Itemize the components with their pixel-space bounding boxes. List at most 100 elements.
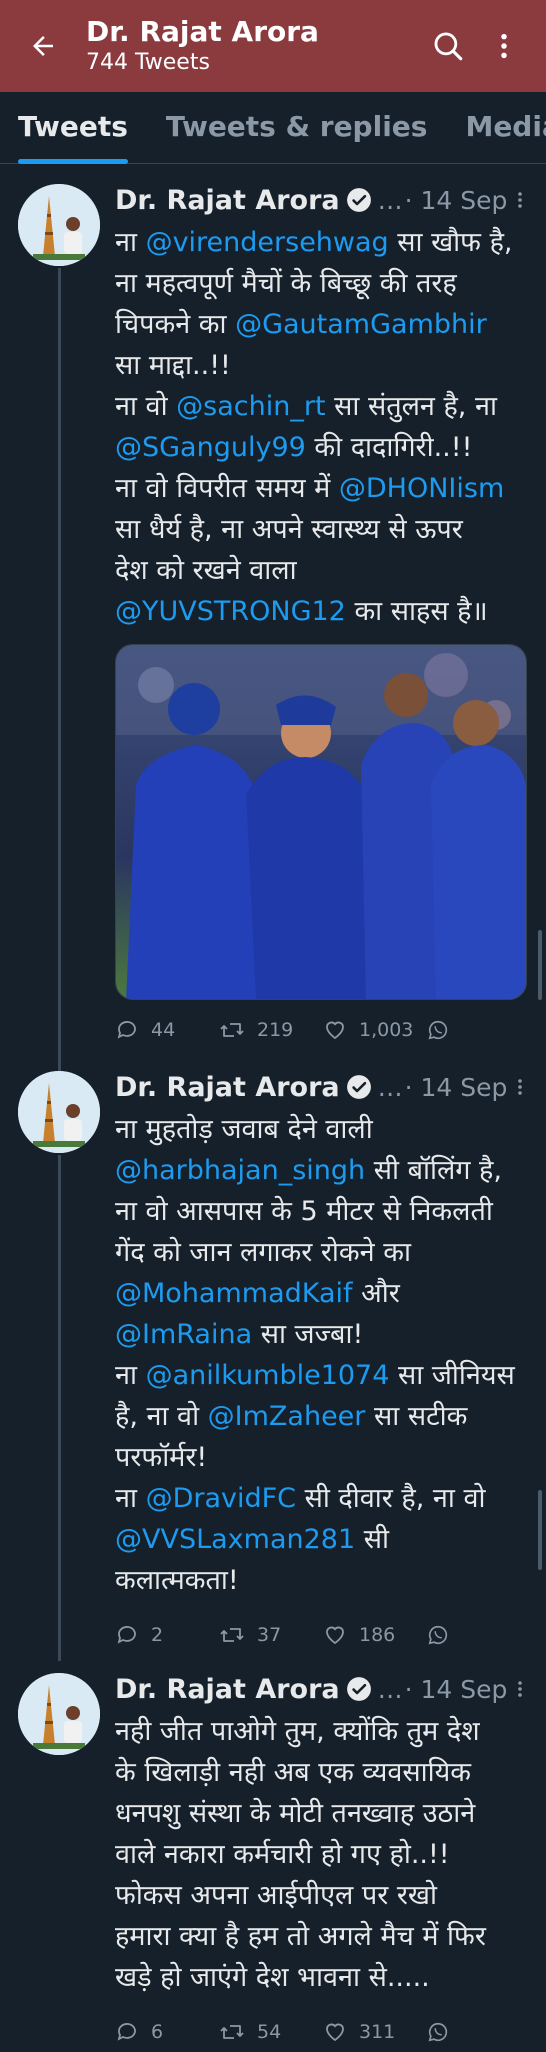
retweet-icon [220,1628,244,1642]
retweet-count: 37 [257,1624,282,1646]
mention-link[interactable]: @virendersehwag [146,227,389,258]
tweet-more-button[interactable] [513,1075,527,1099]
tweet-text-segment: का साहस है॥ [345,596,488,627]
like-count: 1,003 [359,1019,414,1041]
tweet-date[interactable]: · 14 Sep [405,1675,508,1704]
retweet-icon [220,2025,244,2039]
avatar[interactable] [18,1673,100,1755]
more-vertical-icon [501,33,507,59]
verified-badge-icon [346,187,372,213]
thread-connector [58,268,61,1072]
verified-badge-icon [346,1074,372,1100]
verified-badge-icon [346,1676,372,1702]
tweet-author-name[interactable]: Dr. Rajat Arora [115,1072,340,1103]
heart-icon [326,2023,344,2042]
retweet-count: 54 [257,2021,282,2043]
mention-link[interactable]: @ImZaheer [208,1401,366,1432]
tweet-text-segment: सी दीवार है, ना वो [304,1483,486,1514]
mention-link[interactable]: @YUVSTRONG12 [115,596,346,627]
mention-link[interactable]: @VVSLaxman281 [115,1524,355,1555]
tweet-text: नही जीत पाओगे तुम, क्योंकि तुम देश के खि… [115,1711,533,1998]
tweet-text-segment: सा धैर्य है, ना अपने स्वास्थ्य से ऊपर दे… [115,514,463,586]
tweet-text-segment: और [361,1278,400,1309]
whatsapp-share-button[interactable] [427,2021,467,2043]
tweet-handle-truncated: … [377,185,403,215]
mention-link[interactable]: @ImRaina [115,1319,252,1350]
whatsapp-share-button[interactable] [427,1624,467,1646]
retweet-count: 219 [257,1019,294,1041]
mention-link[interactable]: @DravidFC [146,1483,296,1514]
more-vertical-icon [518,1079,522,1095]
reply-icon [117,2023,136,2041]
tweet-text-segment: ना मुहतोड़ जवाब देने वाली [115,1114,373,1145]
arrow-left-icon [33,36,53,56]
reply-count: 2 [151,1624,164,1646]
more-vertical-icon [518,192,522,208]
back-button[interactable] [0,0,86,92]
tweet-text-segment: नही जीत पाओगे तुम, क्योंकि तुम देश के खि… [115,1716,486,1993]
tweet-date[interactable]: · 14 Sep [405,186,508,215]
reply-button[interactable]: 2 [115,1623,219,1647]
tweet-text: ना @virendersehwag सा खौफ है, ना महत्वपू… [115,222,533,632]
whatsapp-share-button[interactable] [427,1019,467,1041]
tweet-date[interactable]: · 14 Sep [405,1073,508,1102]
heart-icon [326,1021,344,1040]
tweet-author-name[interactable]: Dr. Rajat Arora [115,1674,340,1705]
tweet-author-name[interactable]: Dr. Rajat Arora [115,185,340,216]
avatar[interactable] [18,1071,100,1153]
mention-link[interactable]: @GautamGambhir [235,309,487,340]
reply-icon [117,1626,136,1644]
like-count: 311 [359,2021,396,2043]
more-vertical-icon [518,1681,522,1697]
tweet-handle-truncated: … [377,1674,403,1704]
mention-link[interactable]: @harbhajan_singh [115,1155,365,1186]
scroll-indicator [538,1490,542,1570]
like-button[interactable]: 1,003 [323,1018,427,1042]
tweet-more-button[interactable] [513,188,527,212]
reply-count: 6 [151,2021,164,2043]
retweet-button[interactable]: 219 [219,1018,323,1042]
header-profile-name: Dr. Rajat Arora [86,15,319,48]
profile-tabs: Tweets Tweets & replies Media [0,92,546,164]
tab-tweets-and-replies[interactable]: Tweets & replies [166,92,428,164]
thread-connector [58,1155,61,1661]
tweet-text: ना मुहतोड़ जवाब देने वाली @harbhajan_sin… [115,1109,533,1601]
header-tweet-count: 744 Tweets [86,50,210,75]
mention-link[interactable]: @SGanguly99 [115,432,306,463]
reply-button[interactable]: 44 [115,1018,219,1042]
tweet-actions: 6 54 311 [115,2012,533,2052]
mention-link[interactable]: @MohammadKaif [115,1278,353,1309]
tweet-actions: 44 219 1,003 [115,1010,533,1050]
mention-link[interactable]: @anilkumble1074 [146,1360,390,1391]
heart-icon [326,1626,344,1645]
tweet-photo[interactable] [115,644,527,1000]
like-count: 186 [359,1624,396,1646]
tweet-more-button[interactable] [513,1677,527,1701]
reply-icon [117,1021,136,1039]
tweet-text-segment: ना [115,227,146,258]
tweet-handle-truncated: … [377,1072,403,1102]
whatsapp-share-icon [428,1625,448,1645]
mention-link[interactable]: @DHONIism [339,473,504,504]
reply-button[interactable]: 6 [115,2020,219,2044]
retweet-button[interactable]: 54 [219,2020,323,2044]
mention-link[interactable]: @sachin_rt [176,391,325,422]
whatsapp-share-icon [428,2022,448,2042]
header-titles: Dr. Rajat Arora 744 Tweets [86,15,420,77]
avatar[interactable] [18,184,100,266]
tab-media[interactable]: Media [465,92,546,164]
tweet-actions: 2 37 186 [115,1615,533,1655]
tweet-text-segment: सा संतुलन है, ना [334,391,497,422]
like-button[interactable]: 186 [323,1623,427,1647]
whatsapp-share-icon [428,1020,448,1040]
tab-tweets[interactable]: Tweets [18,92,128,164]
like-button[interactable]: 311 [323,2020,427,2044]
reply-count: 44 [151,1019,176,1041]
scroll-indicator [538,930,542,1000]
search-icon [434,32,463,61]
more-options-button[interactable] [476,16,532,76]
profile-header: Dr. Rajat Arora 744 Tweets [0,0,546,92]
search-button[interactable] [420,16,476,76]
retweet-icon [220,1023,244,1037]
retweet-button[interactable]: 37 [219,1623,323,1647]
